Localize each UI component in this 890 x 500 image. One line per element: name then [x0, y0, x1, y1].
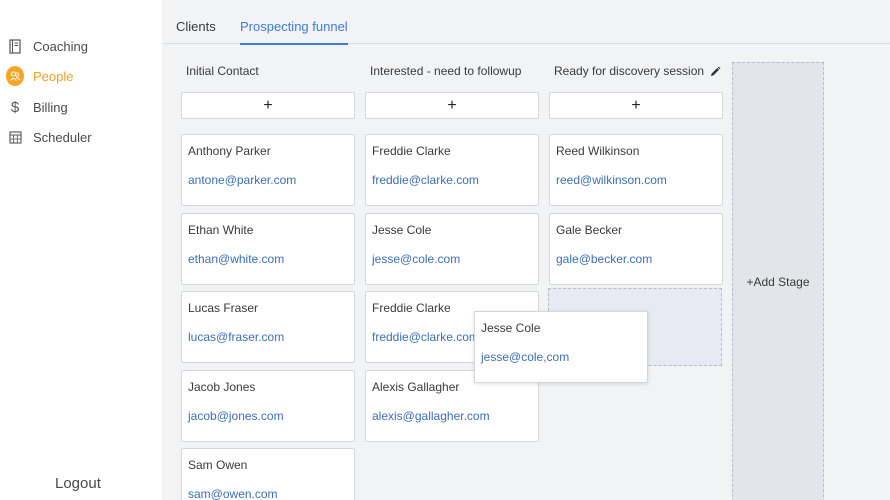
add-stage-label: +Add Stage	[746, 275, 810, 289]
contact-card[interactable]: Anthony Parker antone@parker.com	[181, 134, 355, 206]
tab-prospecting-funnel[interactable]: Prospecting funnel	[240, 19, 348, 45]
sidebar-item-label: Coaching	[33, 38, 88, 54]
contact-email[interactable]: antone@parker.com	[188, 173, 296, 187]
logout-button[interactable]: Logout	[55, 475, 101, 492]
contact-name: Lucas Fraser	[188, 301, 259, 315]
contact-card[interactable]: Gale Becker gale@becker.com	[549, 213, 723, 285]
contact-name: Sam Owen	[188, 458, 248, 472]
contact-name: Anthony Parker	[188, 144, 271, 158]
contact-email[interactable]: ethan@white.com	[188, 252, 284, 266]
contact-name: Jacob Jones	[188, 380, 256, 394]
notebook-icon	[6, 37, 24, 55]
dragging-card[interactable]: Jesse Cole jesse@cole,com	[474, 311, 648, 383]
contact-email[interactable]: lucas@fraser.com	[188, 330, 284, 344]
contact-card[interactable]: Sam Owen sam@owen.com	[181, 448, 355, 500]
tab-bar: Clients Prospecting funnel	[162, 0, 890, 45]
contact-card[interactable]: Ethan White ethan@white.com	[181, 213, 355, 285]
contact-card[interactable]: Jesse Cole jesse@cole.com	[365, 213, 539, 285]
column-title: Initial Contact	[186, 64, 259, 78]
plus-icon: +	[263, 96, 273, 114]
contact-card[interactable]: Reed Wilkinson reed@wilkinson.com	[549, 134, 723, 206]
contact-card[interactable]: Jacob Jones jacob@jones.com	[181, 370, 355, 442]
contact-card[interactable]: Freddie Clarke freddie@clarke.com	[365, 134, 539, 206]
contact-name: Jesse Cole	[372, 223, 432, 237]
people-icon	[6, 66, 24, 86]
plus-icon: +	[631, 96, 641, 114]
contact-name: Freddie Clarke	[372, 301, 451, 315]
contact-email[interactable]: jacob@jones.com	[188, 409, 284, 423]
contact-name: Gale Becker	[556, 223, 623, 237]
calendar-icon	[6, 128, 24, 146]
contact-name: Alexis Gallagher	[372, 380, 460, 394]
contact-card[interactable]: Lucas Fraser lucas@fraser.com	[181, 291, 355, 363]
contact-email: jesse@cole,com	[481, 350, 570, 364]
add-card-button[interactable]: +	[365, 92, 539, 119]
contact-email[interactable]: jesse@cole.com	[372, 252, 460, 266]
tab-clients[interactable]: Clients	[176, 19, 216, 43]
plus-icon: +	[447, 96, 457, 114]
contact-email[interactable]: gale@becker.com	[556, 252, 652, 266]
add-card-button[interactable]: +	[549, 92, 723, 119]
sidebar-item-label: Billing	[33, 99, 68, 115]
column-title: Ready for discovery session	[554, 64, 705, 78]
pencil-icon[interactable]	[709, 65, 721, 77]
contact-name: Freddie Clarke	[372, 144, 451, 158]
contact-name: Ethan White	[188, 223, 254, 237]
sidebar-item-coaching[interactable]: Coaching	[0, 32, 162, 60]
sidebar-item-billing[interactable]: $ Billing	[0, 93, 162, 121]
sidebar-item-label: Scheduler	[33, 129, 92, 145]
contact-name: Reed Wilkinson	[556, 144, 640, 158]
contact-email[interactable]: sam@owen.com	[188, 487, 278, 500]
sidebar-item-people[interactable]: People	[0, 62, 162, 90]
contact-email[interactable]: freddie@clarke.com	[372, 330, 479, 344]
contact-email[interactable]: alexis@gallagher.com	[372, 409, 490, 423]
dollar-icon: $	[10, 98, 20, 116]
contact-email[interactable]: freddie@clarke.com	[372, 173, 479, 187]
sidebar-item-scheduler[interactable]: Scheduler	[0, 123, 162, 151]
sidebar-item-label: People	[33, 68, 74, 84]
contact-email[interactable]: reed@wilkinson.com	[556, 173, 667, 187]
sidebar: Coaching People $ Billing Scheduler Logo…	[0, 0, 162, 500]
column-title: Interested - need to followup	[370, 64, 522, 78]
add-card-button[interactable]: +	[181, 92, 355, 119]
contact-name: Jesse Cole	[481, 321, 541, 335]
add-stage-button[interactable]: +Add Stage	[732, 62, 824, 500]
